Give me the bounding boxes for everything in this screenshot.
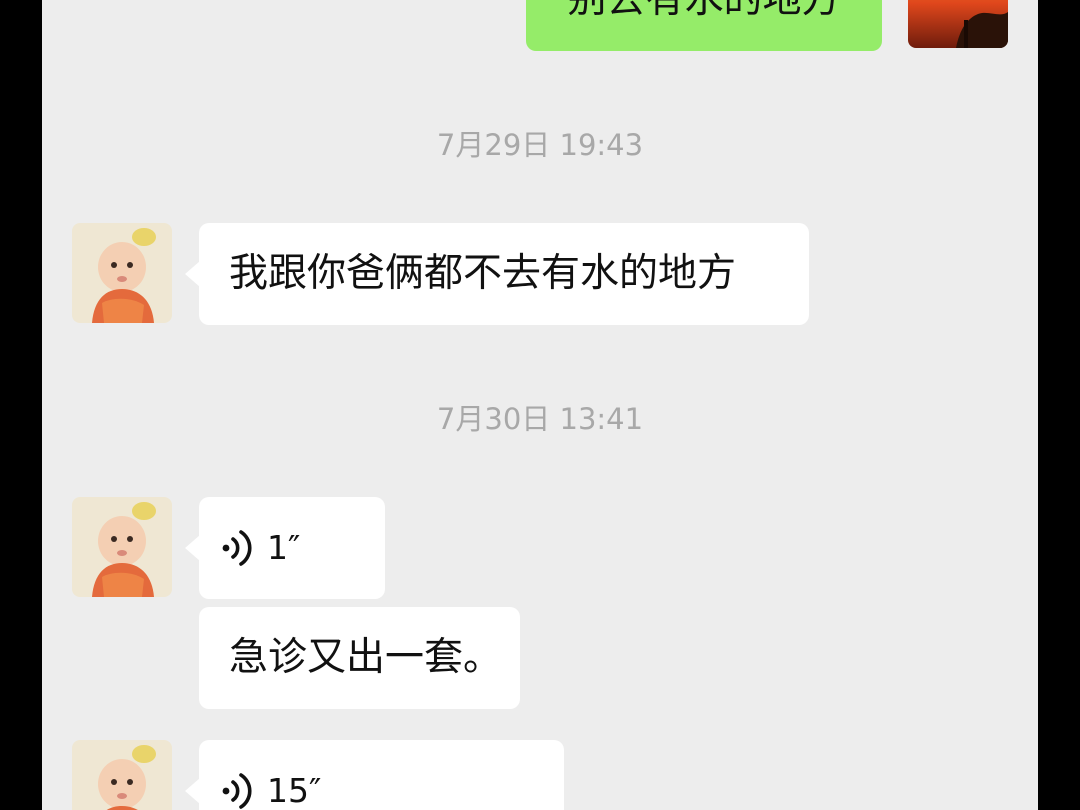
timestamp: 7月29日 19:43 (436, 128, 644, 162)
voice-wave-icon (222, 773, 252, 809)
voice-message-bubble[interactable]: 1″ (185, 497, 385, 599)
received-message-bubble[interactable]: 我跟你爸俩都不去有水的地方 (185, 223, 809, 325)
voice-duration: 15″ (267, 771, 322, 810)
timestamp: 7月30日 13:41 (436, 402, 644, 436)
voice-message-bubble[interactable]: 15″ (185, 740, 564, 810)
received-message-text: 我跟你爸俩都不去有水的地方 (229, 251, 737, 296)
received-message-bubble[interactable]: 急诊又出一套。 (199, 607, 520, 709)
contact-avatar-image (72, 740, 172, 810)
self-avatar-image (908, 0, 1008, 48)
contact-avatar[interactable] (72, 740, 172, 810)
contact-avatar-image (72, 223, 172, 323)
chat-area[interactable]: 别去有水的地方 7月29日 19:43 (42, 0, 1038, 810)
contact-avatar[interactable] (72, 497, 172, 597)
sent-message-bubble[interactable]: 别去有水的地方 (526, 0, 882, 51)
voice-duration: 1″ (267, 528, 301, 567)
contact-avatar-image (72, 497, 172, 597)
received-message-text: 急诊又出一套。 (229, 635, 503, 680)
sent-message-text: 别去有水的地方 (567, 0, 840, 22)
voice-wave-icon (222, 530, 252, 566)
self-avatar[interactable] (908, 0, 1008, 48)
contact-avatar[interactable] (72, 223, 172, 323)
